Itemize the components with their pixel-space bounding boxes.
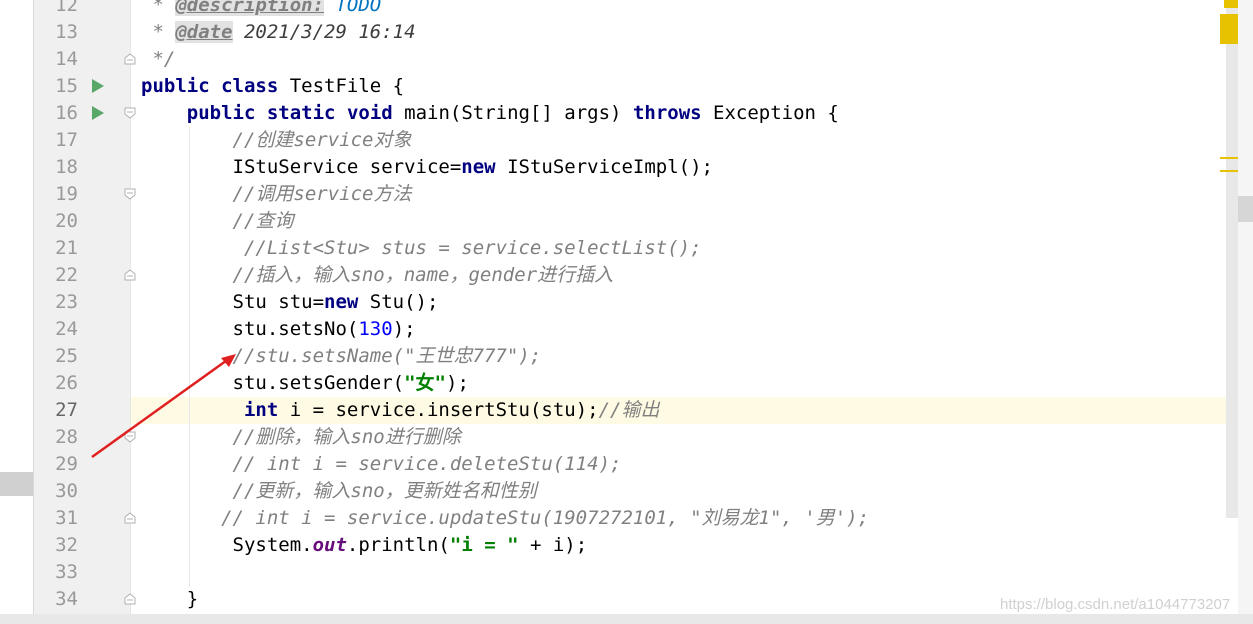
scroll-position-indicator[interactable]: [1238, 196, 1253, 222]
annotation-arrow: [91, 354, 236, 459]
scroll-marker-warning[interactable]: [1224, 0, 1238, 8]
watermark: https://blog.csdn.net/a1044773207: [1000, 596, 1231, 613]
scroll-marker[interactable]: [1220, 170, 1238, 172]
vertical-scrollbar-track[interactable]: [1238, 0, 1253, 614]
scroll-marker[interactable]: [1220, 157, 1238, 159]
vertical-scrollbar-thumb[interactable]: [1226, 0, 1238, 518]
scroll-marker-warning[interactable]: [1220, 14, 1238, 44]
horizontal-scrollbar[interactable]: [0, 614, 1253, 624]
